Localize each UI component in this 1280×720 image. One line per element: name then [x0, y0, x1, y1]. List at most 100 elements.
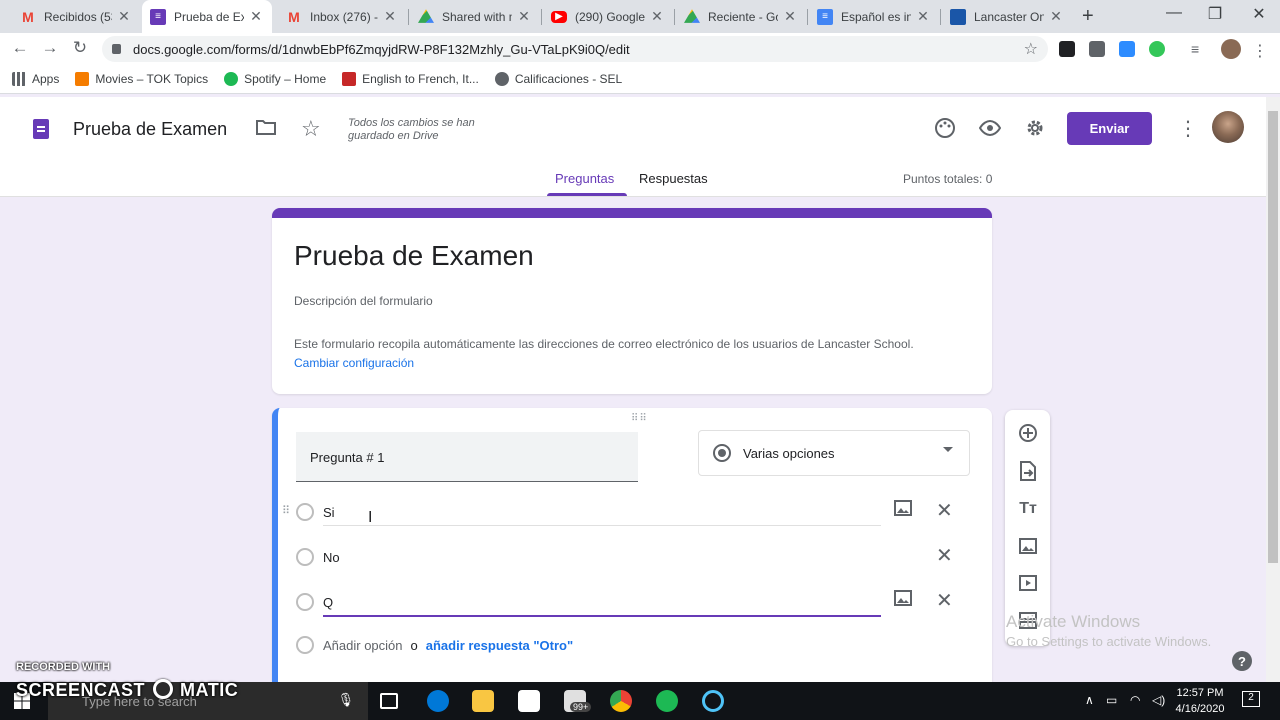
remove-option-icon[interactable]: ✕ [936, 543, 953, 568]
bookmark-spotify[interactable]: Spotify – Home [224, 71, 326, 86]
import-questions-icon[interactable] [1017, 460, 1039, 482]
close-tab-icon[interactable]: ✕ [782, 8, 798, 25]
user-avatar[interactable] [1212, 111, 1244, 143]
tab-questions[interactable]: Preguntas [555, 171, 614, 186]
chrome-icon[interactable] [610, 690, 632, 712]
close-tab-icon[interactable]: ✕ [382, 8, 398, 25]
option-row[interactable]: No ✕ [296, 545, 976, 571]
option-input[interactable]: No [323, 550, 340, 565]
address-bar[interactable]: docs.google.com/forms/d/1dnwbEbPf6Zmqyjd… [102, 36, 1048, 62]
taskbar-clock[interactable]: 12:57 PM 4/16/2020 [1170, 685, 1230, 717]
browser-tab[interactable]: ≡ Español es int ✕ [809, 0, 939, 33]
minimize-icon[interactable]: — [1164, 4, 1184, 22]
remove-option-icon[interactable]: ✕ [936, 588, 953, 613]
palette-icon[interactable] [934, 117, 956, 145]
browser-tab[interactable]: M Recibidos (532 ✕ [12, 0, 140, 33]
gmail-icon: M [22, 8, 34, 25]
edge-browser-icon[interactable] [427, 690, 449, 712]
add-question-icon[interactable] [1017, 422, 1039, 444]
close-tab-icon[interactable]: ✕ [915, 8, 931, 25]
media-list-icon[interactable]: ≡ [1191, 41, 1207, 57]
notifications-icon[interactable]: 2 [1242, 691, 1260, 707]
microphone-icon[interactable]: 🎙︎ [337, 692, 354, 708]
bookmark-star-icon[interactable]: ☆ [1024, 39, 1038, 59]
add-image-icon[interactable] [1017, 535, 1039, 557]
profile-avatar[interactable] [1221, 39, 1241, 59]
zoom-extension-icon[interactable] [1119, 41, 1135, 57]
scrollbar-thumb[interactable] [1268, 111, 1278, 563]
form-description[interactable]: Descripción del formulario [294, 294, 433, 308]
close-tab-icon[interactable]: ✕ [116, 8, 132, 25]
drag-handle-icon[interactable]: ⠿⠿ [631, 413, 648, 424]
help-icon[interactable]: ? [1232, 651, 1252, 671]
form-title[interactable]: Prueba de Examen [294, 240, 534, 272]
bookmark-calificaciones[interactable]: Calificaciones - SEL [494, 71, 622, 86]
drive-icon [418, 9, 434, 23]
close-tab-icon[interactable]: ✕ [1048, 8, 1064, 25]
add-image-icon[interactable] [894, 590, 912, 611]
activate-windows-subtitle: Go to Settings to activate Windows. [1006, 634, 1212, 649]
option-input-focused[interactable]: Q [323, 595, 333, 610]
question-card[interactable]: ⠿⠿ Pregunta # 1 Varias opciones ⠿ Si ✕ N… [272, 408, 992, 698]
task-view-icon[interactable] [380, 693, 398, 709]
browser-tab[interactable]: Shared with m ✕ [410, 0, 540, 33]
option-input[interactable]: Si [323, 505, 335, 520]
option-row[interactable]: ⠿ Si ✕ [282, 498, 976, 526]
restore-icon[interactable]: ❐ [1205, 4, 1225, 24]
add-image-icon[interactable] [894, 500, 912, 521]
back-arrow-icon[interactable]: ← [10, 38, 30, 58]
reload-icon[interactable]: ↻ [70, 38, 90, 58]
wifi-icon[interactable]: ◠ [1130, 693, 1140, 707]
add-title-icon[interactable]: Tт [1017, 498, 1039, 520]
camera-extension-icon[interactable] [1059, 41, 1075, 57]
more-vert-icon[interactable]: ⋮ [1178, 116, 1198, 141]
tab-separator [807, 9, 808, 25]
browser-tab-active[interactable]: ≡ Prueba de Exa ✕ [142, 0, 272, 33]
add-option-button[interactable]: Añadir opción [323, 638, 403, 653]
tab-responses[interactable]: Respuestas [639, 171, 708, 186]
settings-gear-icon[interactable] [1024, 117, 1046, 145]
chevron-up-icon[interactable]: ∧ [1085, 693, 1094, 707]
screencast-taskbar-icon[interactable] [702, 690, 724, 712]
bookmark-wordreference[interactable]: English to French, It... [342, 71, 479, 86]
close-window-icon[interactable]: ✕ [1249, 4, 1269, 24]
battery-icon[interactable]: ▭ [1106, 693, 1117, 707]
volume-icon[interactable]: ◁) [1152, 693, 1165, 707]
star-icon[interactable]: ☆ [301, 116, 321, 142]
folder-icon[interactable] [256, 118, 276, 142]
browser-menu-icon[interactable]: ⋮ [1252, 41, 1268, 60]
question-title-input[interactable]: Pregunta # 1 [296, 432, 638, 482]
option-row[interactable]: Q ✕ [296, 588, 976, 617]
form-doc-title[interactable]: Prueba de Examen [73, 119, 227, 140]
drag-handle-icon[interactable]: ⠿ [282, 504, 290, 517]
browser-tab[interactable]: Reciente - Goo ✕ [676, 0, 806, 33]
close-tab-icon[interactable]: ✕ [649, 8, 665, 25]
drive-icon [684, 9, 700, 23]
file-explorer-icon[interactable] [472, 690, 494, 712]
close-tab-icon[interactable]: ✕ [516, 8, 532, 25]
spotify-taskbar-icon[interactable] [656, 690, 678, 712]
browser-tab[interactable]: ▶ (290) Google F ✕ [543, 0, 673, 33]
forms-logo-icon[interactable] [33, 119, 49, 139]
store-icon[interactable] [518, 690, 540, 712]
forward-arrow-icon[interactable]: → [40, 38, 60, 58]
preview-eye-icon[interactable] [978, 117, 1002, 145]
form-title-card[interactable]: Prueba de Examen Descripción del formula… [272, 208, 992, 394]
change-settings-link[interactable]: Cambiar configuración [294, 356, 414, 370]
plus-extension-icon[interactable] [1149, 41, 1165, 57]
question-type-dropdown[interactable]: Varias opciones [698, 430, 970, 476]
browser-tab[interactable]: Lancaster Onl ✕ [942, 0, 1072, 33]
mail-app-icon[interactable]: 99+ [564, 690, 592, 712]
bookmark-apps[interactable]: Apps [12, 71, 59, 86]
bookmark-tok[interactable]: Movies – TOK Topics [75, 71, 208, 86]
new-tab-button[interactable]: + [1082, 5, 1094, 28]
remove-option-icon[interactable]: ✕ [936, 498, 953, 523]
close-tab-icon[interactable]: ✕ [248, 8, 264, 25]
add-other-link[interactable]: añadir respuesta "Otro" [426, 638, 573, 653]
browser-tab[interactable]: M Inbox (276) - p ✕ [278, 0, 406, 33]
grid-extension-icon[interactable] [1089, 41, 1105, 57]
add-video-icon[interactable] [1017, 572, 1039, 594]
send-button[interactable]: Enviar [1067, 112, 1152, 145]
page-scrollbar[interactable] [1266, 97, 1280, 682]
radio-circle-icon [296, 503, 314, 521]
